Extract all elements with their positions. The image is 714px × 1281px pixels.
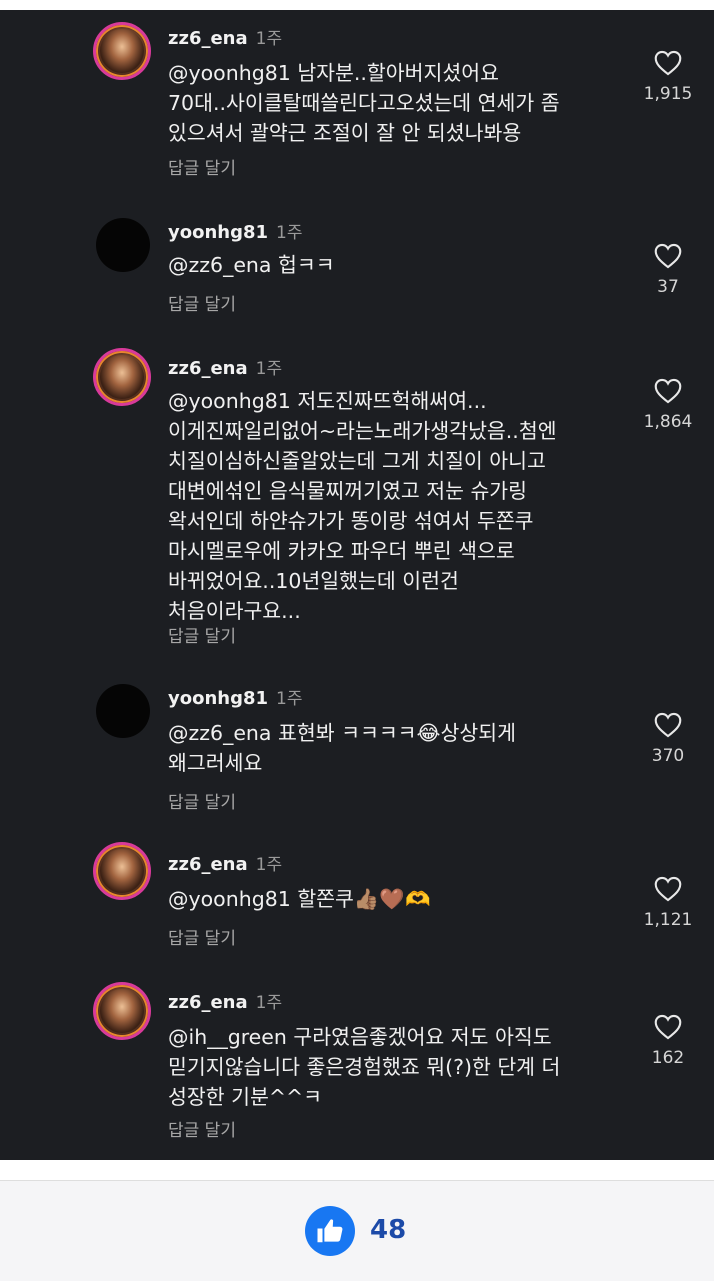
reply-button[interactable]: 답글 달기 — [168, 788, 236, 813]
like-count: 37 — [657, 277, 679, 297]
like-button[interactable]: 1,915 — [642, 50, 694, 104]
like-button[interactable]: 162 — [642, 1014, 694, 1068]
reply-button[interactable]: 답글 달기 — [168, 622, 236, 647]
comment-time: 1주 — [255, 359, 283, 379]
comment-username[interactable]: zz6_ena 1주 — [168, 24, 282, 49]
heart-icon[interactable] — [654, 378, 682, 404]
username-text[interactable]: zz6_ena — [168, 358, 248, 379]
like-count: 162 — [651, 1048, 685, 1068]
reply-button[interactable]: 답글 달기 — [168, 1116, 236, 1141]
comment-username[interactable]: yoonhg81 1주 — [168, 218, 303, 243]
heart-icon[interactable] — [654, 712, 682, 738]
heart-icon[interactable] — [654, 876, 682, 902]
like-count: 1,121 — [643, 910, 693, 930]
heart-icon[interactable] — [654, 50, 682, 76]
avatar[interactable] — [96, 218, 150, 272]
reaction-count: 48 — [370, 1215, 407, 1245]
heart-icon[interactable] — [654, 1014, 682, 1040]
like-button[interactable]: 37 — [642, 243, 694, 297]
reaction-bar: 48 — [0, 1180, 714, 1281]
username-text[interactable]: zz6_ena — [168, 992, 248, 1013]
comment-username[interactable]: zz6_ena 1주 — [168, 850, 282, 875]
comment-username[interactable]: zz6_ena 1주 — [168, 354, 282, 379]
username-text[interactable]: yoonhg81 — [168, 222, 268, 243]
username-text[interactable]: zz6_ena — [168, 854, 248, 875]
reply-button[interactable]: 답글 달기 — [168, 924, 236, 949]
comment-thread: zz6_ena 1주 @yoonhg81 남자분..할아버지셨어요 70대..사이… — [0, 10, 714, 1160]
like-count: 1,915 — [643, 84, 693, 104]
like-count: 1,864 — [643, 412, 693, 432]
username-text[interactable]: zz6_ena — [168, 28, 248, 49]
like-count: 370 — [651, 746, 685, 766]
comment-time: 1주 — [255, 29, 283, 49]
reply-button[interactable]: 답글 달기 — [168, 154, 236, 179]
thumbs-up-icon[interactable] — [315, 1216, 345, 1246]
comment-text: @zz6_ena 헙ㅋㅋ — [168, 253, 335, 277]
avatar[interactable] — [93, 22, 151, 80]
comment-time: 1주 — [255, 993, 283, 1013]
avatar[interactable] — [93, 348, 151, 406]
reply-button[interactable]: 답글 달기 — [168, 290, 236, 315]
like-button[interactable]: 1,864 — [642, 378, 694, 432]
heart-icon[interactable] — [654, 243, 682, 269]
comment-username[interactable]: zz6_ena 1주 — [168, 988, 282, 1013]
comment-text: @zz6_ena 표현봐 ㅋㅋㅋㅋ😂상상되게 왜그러세요 — [168, 721, 516, 775]
avatar[interactable] — [93, 982, 151, 1040]
comment-time: 1주 — [255, 855, 283, 875]
comment-time: 1주 — [276, 689, 303, 709]
like-button[interactable]: 370 — [642, 712, 694, 766]
comment-text: @ih__green 구라였음좋겠어요 저도 아직도 믿기지않습니다 좋은경험했… — [168, 1025, 561, 1109]
avatar[interactable] — [93, 842, 151, 900]
comment-username[interactable]: yoonhg81 1주 — [168, 684, 303, 709]
like-reaction-button[interactable] — [305, 1206, 355, 1256]
like-button[interactable]: 1,121 — [642, 876, 694, 930]
comment-time: 1주 — [276, 223, 303, 243]
comment-text: @yoonhg81 남자분..할아버지셨어요 70대..사이클탈때쓸린다고오셨는… — [168, 61, 560, 145]
comment-text: @yoonhg81 할쫀쿠👍🏽🤎🫶 — [168, 887, 431, 911]
username-text[interactable]: yoonhg81 — [168, 688, 268, 709]
avatar[interactable] — [96, 684, 150, 738]
comment-text: @yoonhg81 저도진짜뜨헉해써여... 이게진짜일리없어~라는노래가생각났… — [168, 389, 557, 623]
